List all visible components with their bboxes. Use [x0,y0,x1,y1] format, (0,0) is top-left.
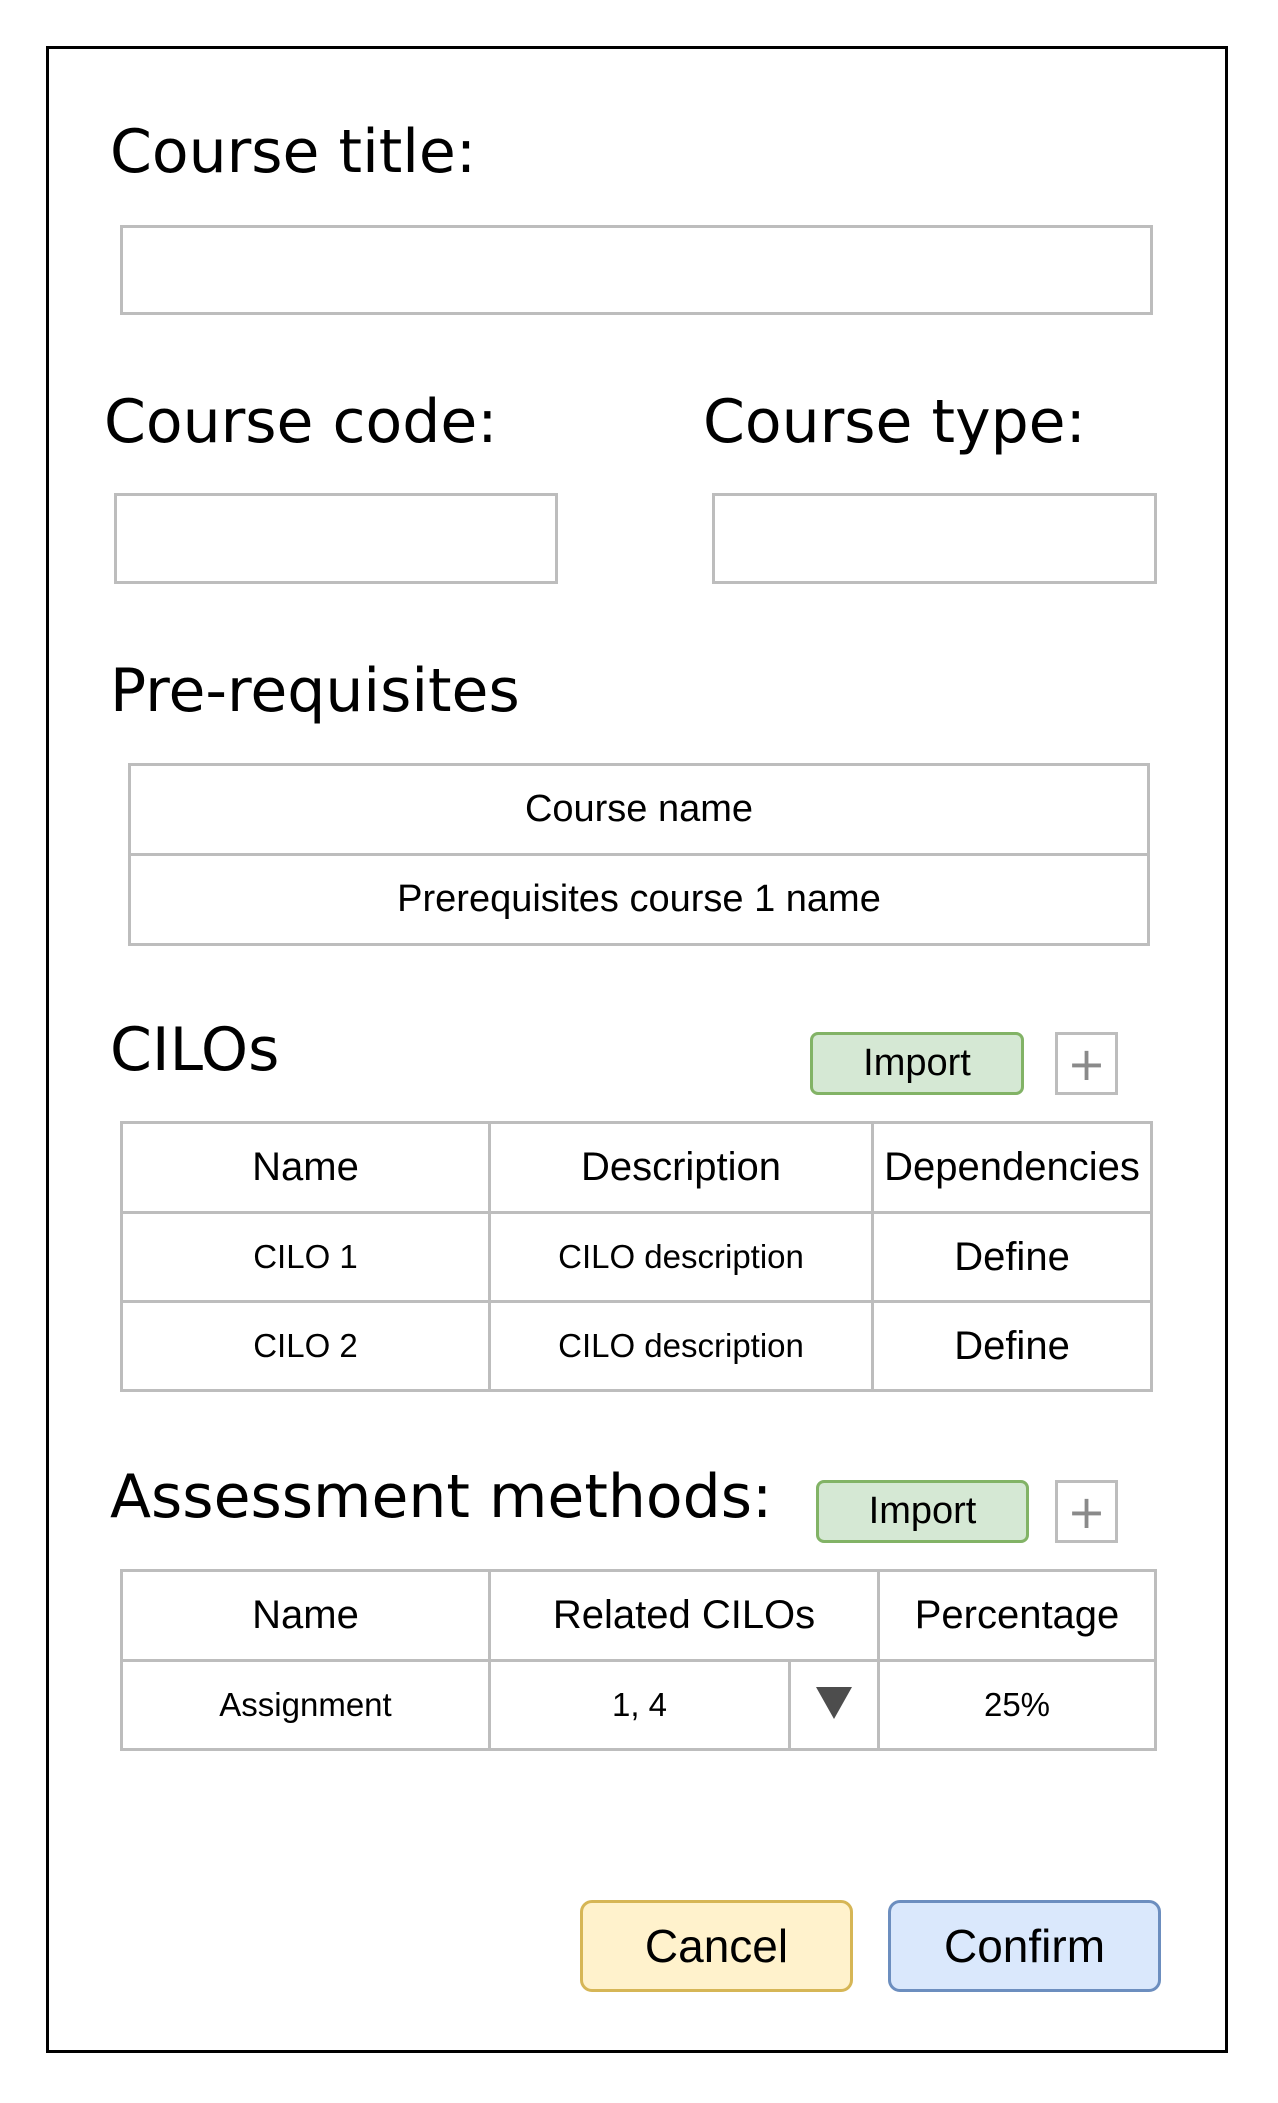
course-type-field[interactable] [712,493,1157,584]
cancel-button[interactable]: Cancel [580,1900,853,1992]
assessment-methods-heading: Assessment methods: [110,1462,773,1532]
cilos-import-label: Import [863,1042,971,1084]
prerequisites-table: Course name Prerequisites course 1 name [128,763,1150,946]
cilo-description[interactable]: CILO description [488,1211,874,1303]
confirm-button[interactable]: Confirm [888,1900,1161,1992]
assessment-percentage[interactable]: 25% [877,1659,1157,1751]
prerequisite-course-name[interactable]: Prerequisites course 1 name [128,853,1150,946]
course-code-label: Course code: [104,387,498,457]
assessment-import-button[interactable]: Import [816,1480,1029,1543]
cilos-heading: CILOs [110,1015,280,1085]
cilo-name[interactable]: CILO 1 [120,1211,491,1303]
table-header-row: Course name [128,763,1150,856]
course-code-input[interactable] [117,496,555,581]
column-header-description: Description [488,1121,874,1214]
course-type-input[interactable] [715,496,1154,581]
related-cilos-dropdown[interactable] [788,1659,880,1751]
table-header-row: Name Related CILOs Percentage [120,1569,1157,1662]
confirm-button-label: Confirm [943,1920,1106,1972]
table-row[interactable]: Prerequisites course 1 name [128,853,1150,946]
assessment-name[interactable]: Assignment [120,1659,491,1751]
course-title-input[interactable] [123,228,1150,312]
plus-icon: + [1067,1036,1106,1091]
column-header-related-cilos: Related CILOs [488,1569,880,1662]
cilo-name[interactable]: CILO 2 [120,1300,491,1392]
cilos-import-button[interactable]: Import [810,1032,1024,1095]
triangle-down-icon [816,1686,852,1719]
course-type-label: Course type: [703,387,1086,457]
define-dependencies-link[interactable]: Define [871,1300,1153,1392]
column-header-name: Name [120,1569,491,1662]
table-row: Assignment 1, 4 25% [120,1659,1157,1751]
course-title-label: Course title: [110,117,477,187]
table-row: CILO 1 CILO description Define [120,1211,1153,1303]
assessment-add-button[interactable]: + [1055,1480,1118,1543]
assessment-table: Name Related CILOs Percentage Assignment… [120,1569,1157,1751]
column-header-dependencies: Dependencies [871,1121,1153,1214]
cilo-description[interactable]: CILO description [488,1300,874,1392]
define-dependencies-link[interactable]: Define [871,1211,1153,1303]
cilos-table: Name Description Dependencies CILO 1 CIL… [120,1121,1153,1392]
related-cilos-value[interactable]: 1, 4 [488,1659,791,1751]
cancel-button-label: Cancel [644,1920,789,1972]
assessment-import-label: Import [868,1490,977,1532]
plus-icon: + [1067,1484,1106,1539]
table-header-row: Name Description Dependencies [120,1121,1153,1214]
cilos-add-button[interactable]: + [1055,1032,1118,1095]
column-header-name: Name [120,1121,491,1214]
table-row: CILO 2 CILO description Define [120,1300,1153,1392]
course-code-field[interactable] [114,493,558,584]
prerequisites-heading: Pre-requisites [110,656,520,726]
course-title-field[interactable] [120,225,1153,315]
column-header-percentage: Percentage [877,1569,1157,1662]
column-header-course-name: Course name [128,763,1150,856]
